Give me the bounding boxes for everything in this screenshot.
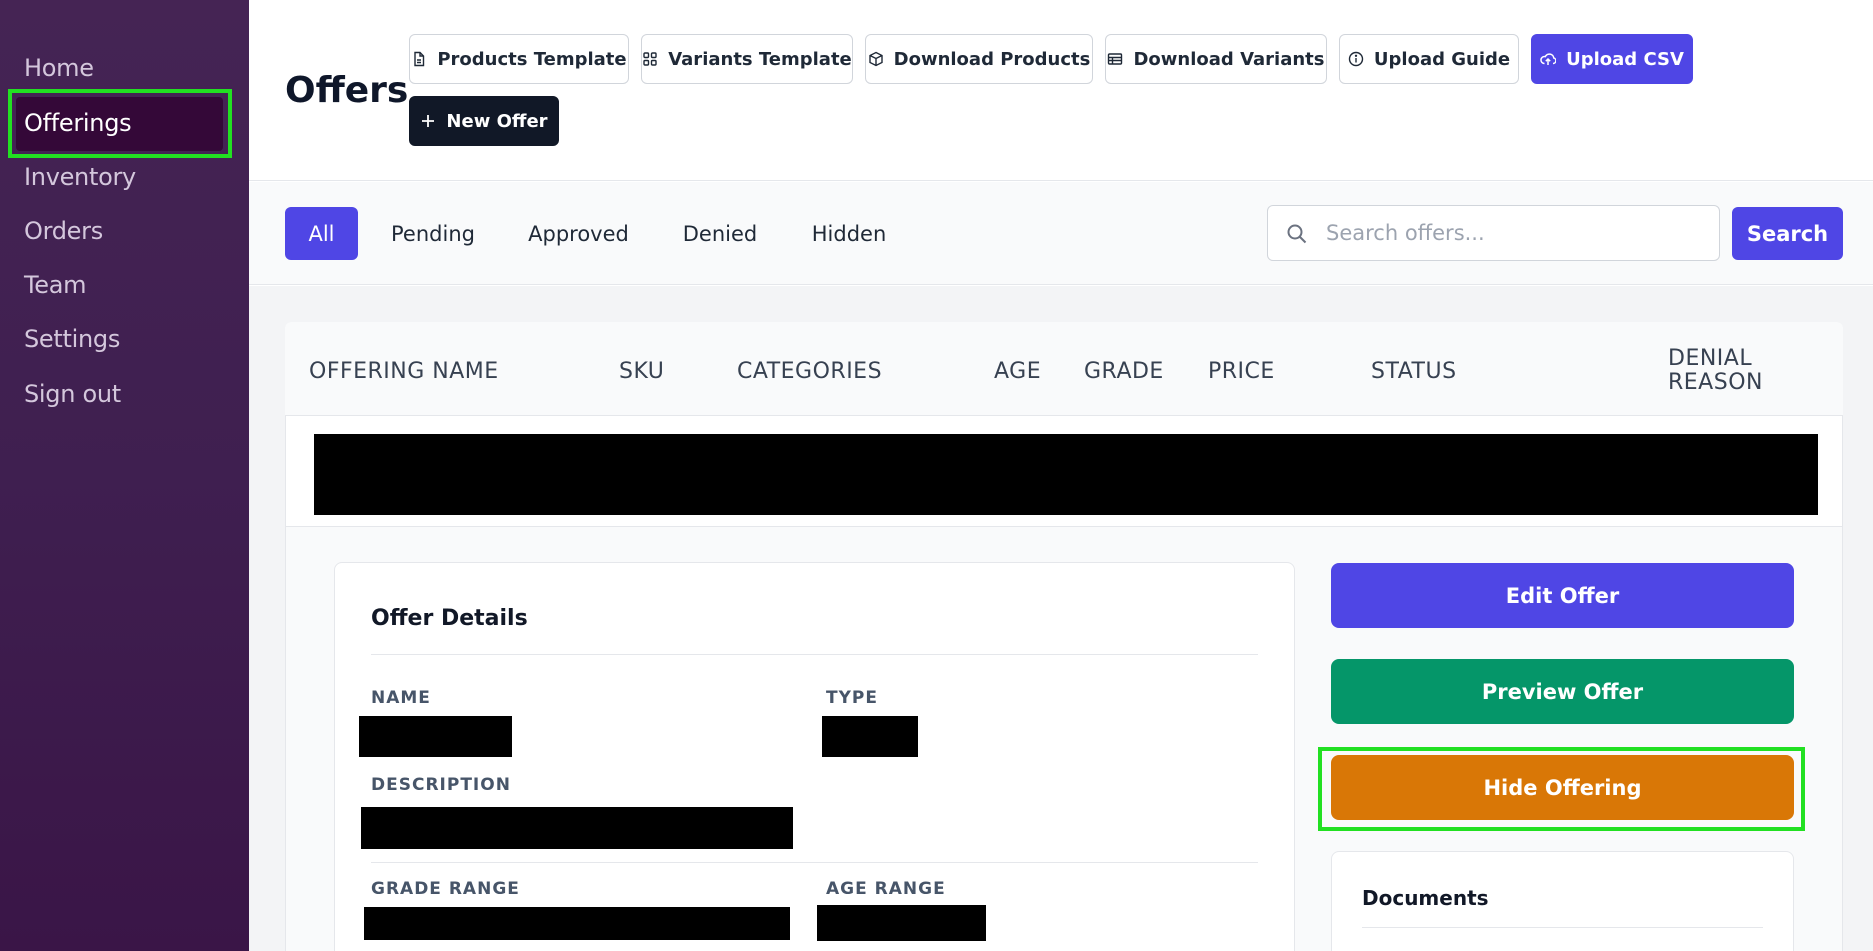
- column-header-sku[interactable]: SKU: [619, 359, 664, 384]
- column-header-denial-reason[interactable]: DENIAL REASON: [1668, 347, 1763, 395]
- search-icon: [1287, 224, 1307, 244]
- grade-range-value: [364, 907, 790, 940]
- products-template-button[interactable]: Products Template: [409, 34, 629, 84]
- name-label: NAME: [371, 688, 431, 708]
- sidebar-item-orders[interactable]: Orders: [24, 217, 103, 245]
- description-value: [361, 807, 793, 849]
- document-icon: [414, 51, 425, 67]
- upload-csv-label: Upload CSV: [1566, 48, 1684, 70]
- documents-divider: [1362, 927, 1763, 928]
- variants-template-label: Variants Template: [668, 48, 852, 70]
- page-title: Offers: [285, 70, 409, 111]
- search-input[interactable]: [1326, 216, 1706, 250]
- grid-icon: [643, 52, 657, 66]
- type-value: [822, 716, 918, 757]
- denial-header-line-2: REASON: [1668, 370, 1763, 395]
- table-icon: [1108, 53, 1123, 65]
- table-header: [285, 322, 1843, 416]
- sidebar-item-sign-out[interactable]: Sign out: [24, 380, 121, 408]
- documents-title: Documents: [1362, 886, 1489, 910]
- search-box: [1267, 205, 1720, 261]
- download-products-label: Download Products: [893, 48, 1091, 70]
- tab-approved[interactable]: Approved: [516, 207, 641, 260]
- denial-header-line-1: DENIAL: [1668, 346, 1753, 371]
- page-header: [249, 0, 1873, 181]
- table-row[interactable]: [314, 434, 1818, 515]
- variants-template-button[interactable]: Variants Template: [641, 34, 853, 84]
- column-header-categories[interactable]: CATEGORIES: [737, 359, 882, 384]
- sidebar-item-home[interactable]: Home: [24, 54, 94, 82]
- sidebar-item-team[interactable]: Team: [24, 271, 87, 299]
- info-icon: [1348, 51, 1364, 67]
- download-variants-label: Download Variants: [1133, 48, 1325, 70]
- offer-details-title: Offer Details: [371, 606, 528, 631]
- new-offer-label: New Offer: [446, 110, 548, 132]
- new-offer-button[interactable]: New Offer: [409, 96, 559, 146]
- sidebar-item-offerings[interactable]: Offerings: [24, 109, 132, 137]
- grade-range-label: GRADE RANGE: [371, 879, 520, 899]
- hide-offering-button[interactable]: Hide Offering: [1331, 755, 1794, 820]
- download-variants-button[interactable]: Download Variants: [1105, 34, 1327, 84]
- description-label: DESCRIPTION: [371, 775, 511, 795]
- column-header-offering-name[interactable]: OFFERING NAME: [309, 359, 499, 384]
- details-divider-2: [371, 862, 1258, 863]
- column-header-grade[interactable]: GRADE: [1084, 359, 1164, 384]
- type-label: TYPE: [826, 688, 878, 708]
- tab-pending[interactable]: Pending: [380, 207, 486, 260]
- name-value: [359, 716, 512, 757]
- tab-denied[interactable]: Denied: [672, 207, 768, 260]
- details-divider: [371, 654, 1258, 655]
- upload-guide-label: Upload Guide: [1373, 48, 1511, 70]
- column-header-status[interactable]: STATUS: [1371, 359, 1457, 384]
- search-button[interactable]: Search: [1732, 207, 1843, 260]
- sidebar-item-settings[interactable]: Settings: [24, 325, 120, 353]
- cloud-upload-icon: [1540, 53, 1557, 65]
- box-icon: [868, 51, 883, 67]
- upload-csv-button[interactable]: Upload CSV: [1531, 34, 1693, 84]
- age-range-label: AGE RANGE: [826, 879, 946, 899]
- tab-hidden[interactable]: Hidden: [797, 207, 901, 260]
- plus-icon: [422, 115, 435, 127]
- preview-offer-button[interactable]: Preview Offer: [1331, 659, 1794, 724]
- age-range-value: [817, 905, 986, 941]
- tab-all[interactable]: All: [285, 207, 358, 260]
- download-products-button[interactable]: Download Products: [865, 34, 1093, 84]
- products-template-label: Products Template: [437, 48, 627, 70]
- column-header-price[interactable]: PRICE: [1208, 359, 1275, 384]
- column-header-age[interactable]: AGE: [994, 359, 1041, 384]
- edit-offer-button[interactable]: Edit Offer: [1331, 563, 1794, 628]
- upload-guide-button[interactable]: Upload Guide: [1339, 34, 1519, 84]
- sidebar-item-inventory[interactable]: Inventory: [24, 163, 136, 191]
